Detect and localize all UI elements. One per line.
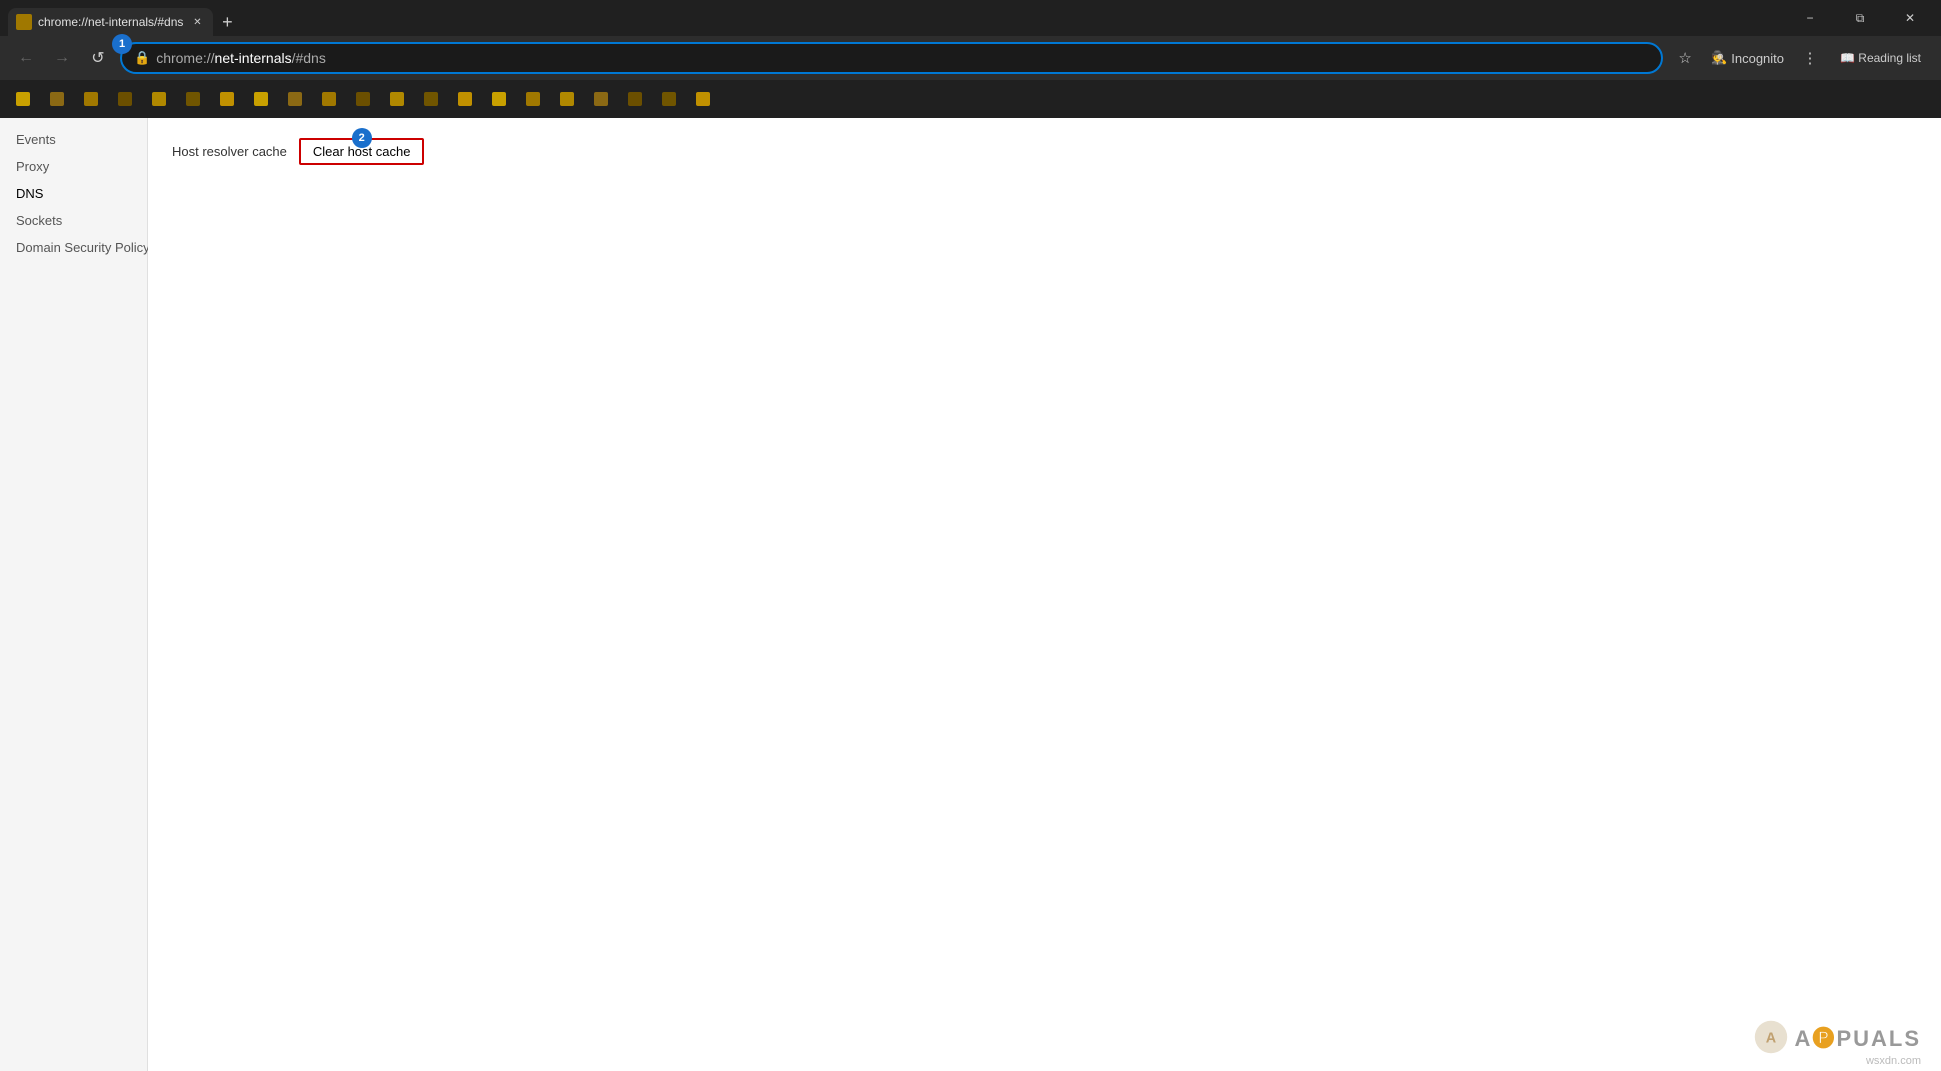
bookmark-favicon-9 [288, 92, 302, 106]
bookmark-10[interactable] [314, 86, 344, 112]
address-bar-right: ☆ 🕵 Incognito ⋮ [1671, 44, 1824, 72]
close-button[interactable]: ✕ [1887, 0, 1933, 36]
bookmark-18[interactable] [586, 86, 616, 112]
bookmark-8[interactable] [246, 86, 276, 112]
address-input[interactable]: 1 🔒 chrome://net-internals/#dns [120, 42, 1663, 74]
sidebar-item-sockets[interactable]: Sockets [0, 207, 147, 234]
watermark-text: A🅟PUALS [1795, 1021, 1921, 1053]
new-tab-button[interactable]: + [213, 8, 241, 36]
bookmark-favicon-3 [84, 92, 98, 106]
sidebar-item-dns[interactable]: DNS [0, 180, 147, 207]
bookmark-favicon-1 [16, 92, 30, 106]
bookmark-favicon-15 [492, 92, 506, 106]
bookmark-favicon-5 [152, 92, 166, 106]
bookmark-favicon-4 [118, 92, 132, 106]
star-button[interactable]: ☆ [1671, 44, 1699, 72]
restore-button[interactable]: ⧉ [1837, 0, 1883, 36]
bookmark-2[interactable] [42, 86, 72, 112]
step-badge-1: 1 [112, 34, 132, 54]
address-bar: ← → ↺ 1 🔒 chrome://net-internals/#dns ☆ … [0, 36, 1941, 80]
bookmark-11[interactable] [348, 86, 378, 112]
back-button[interactable]: ← [12, 44, 40, 72]
clear-host-cache-button[interactable]: 2 Clear host cache [299, 138, 425, 165]
url-main: net-internals [215, 50, 292, 66]
refresh-button[interactable]: ↺ [84, 44, 112, 72]
menu-button[interactable]: ⋮ [1796, 44, 1824, 72]
svg-text:A: A [1765, 1030, 1776, 1046]
bookmark-favicon-7 [220, 92, 234, 106]
bookmarks-bar [0, 80, 1941, 118]
bookmark-4[interactable] [110, 86, 140, 112]
content-area: Host resolver cache 2 Clear host cache A… [148, 118, 1941, 1071]
bookmark-21[interactable] [688, 86, 718, 112]
bookmark-favicon-12 [390, 92, 404, 106]
sidebar-item-events[interactable]: Events [0, 126, 147, 153]
active-tab[interactable]: chrome://net-internals/#dns ✕ [8, 8, 213, 36]
watermark-icon: A [1753, 1019, 1789, 1055]
tab-area: chrome://net-internals/#dns ✕ + [8, 0, 1779, 36]
bookmark-favicon-16 [526, 92, 540, 106]
bookmark-favicon-21 [696, 92, 710, 106]
bookmark-7[interactable] [212, 86, 242, 112]
sidebar: Events Proxy DNS Sockets Domain Security… [0, 118, 148, 1071]
tab-close-button[interactable]: ✕ [189, 14, 205, 30]
bookmark-9[interactable] [280, 86, 310, 112]
url-hash: /#dns [292, 50, 326, 66]
tab-favicon [16, 14, 32, 30]
incognito-button[interactable]: 🕵 Incognito [1703, 46, 1792, 70]
forward-button[interactable]: → [48, 44, 76, 72]
bookmark-5[interactable] [144, 86, 174, 112]
watermark: A A🅟PUALS [1753, 1019, 1921, 1055]
title-bar: chrome://net-internals/#dns ✕ + − ⧉ ✕ [0, 0, 1941, 36]
bookmark-12[interactable] [382, 86, 412, 112]
bookmark-favicon-19 [628, 92, 642, 106]
host-resolver-row: Host resolver cache 2 Clear host cache [172, 138, 1917, 165]
sidebar-item-proxy[interactable]: Proxy [0, 153, 147, 180]
bookmark-favicon-14 [458, 92, 472, 106]
reading-list-button[interactable]: 📖 Reading list [1832, 47, 1929, 69]
bookmark-17[interactable] [552, 86, 582, 112]
bookmark-13[interactable] [416, 86, 446, 112]
bookmark-20[interactable] [654, 86, 684, 112]
bookmark-favicon-8 [254, 92, 268, 106]
bookmark-favicon-20 [662, 92, 676, 106]
bookmark-favicon-10 [322, 92, 336, 106]
tab-title: chrome://net-internals/#dns [38, 15, 183, 29]
bookmark-favicon-6 [186, 92, 200, 106]
address-text: chrome://net-internals/#dns [156, 50, 1649, 66]
lock-icon: 🔒 [134, 50, 150, 66]
sidebar-item-domain-security-policy[interactable]: Domain Security Policy [0, 234, 147, 261]
bookmark-19[interactable] [620, 86, 650, 112]
bookmark-favicon-2 [50, 92, 64, 106]
bookmark-favicon-17 [560, 92, 574, 106]
bookmark-14[interactable] [450, 86, 480, 112]
bookmark-favicon-13 [424, 92, 438, 106]
incognito-icon: 🕵 [1711, 50, 1727, 66]
window-controls: − ⧉ ✕ [1787, 0, 1933, 36]
bookmark-3[interactable] [76, 86, 106, 112]
minimize-button[interactable]: − [1787, 0, 1833, 36]
incognito-label: Incognito [1731, 51, 1784, 66]
bookmark-16[interactable] [518, 86, 548, 112]
url-prefix: chrome:// [156, 50, 214, 66]
watermark-domain: wsxdn.com [1866, 1055, 1921, 1067]
bookmark-6[interactable] [178, 86, 208, 112]
bookmark-favicon-11 [356, 92, 370, 106]
step-badge-2: 2 [352, 128, 372, 148]
bookmark-15[interactable] [484, 86, 514, 112]
host-resolver-label: Host resolver cache [172, 144, 287, 159]
bookmark-1[interactable] [8, 86, 38, 112]
main-container: Events Proxy DNS Sockets Domain Security… [0, 118, 1941, 1071]
bookmark-favicon-18 [594, 92, 608, 106]
